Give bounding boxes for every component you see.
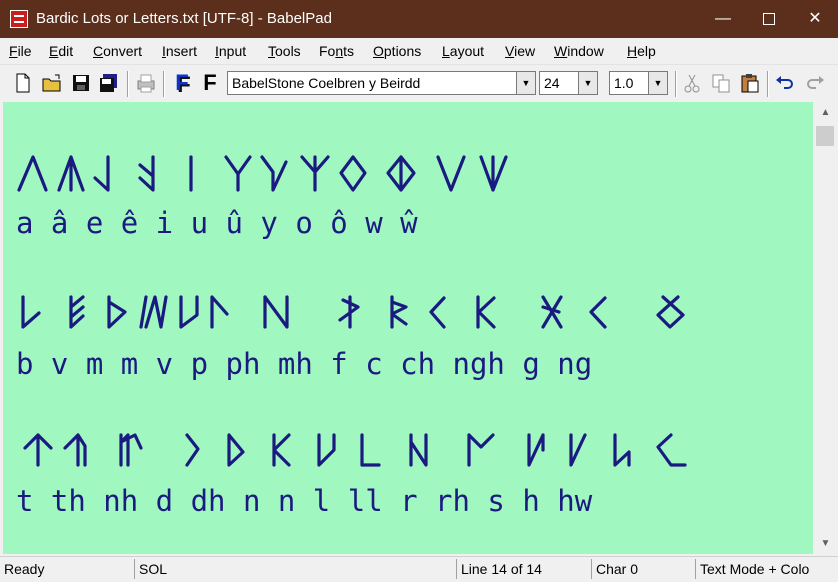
scroll-down-icon[interactable]: ▼ <box>817 535 834 552</box>
font-size-value: 24 <box>544 75 560 91</box>
line-spacing-combo[interactable]: 1.0 ▼ <box>609 71 668 95</box>
menu-tools[interactable]: Tools <box>268 43 301 59</box>
menu-input[interactable]: Input <box>215 43 246 59</box>
status-ready: Ready <box>4 561 45 577</box>
new-file-icon[interactable] <box>12 72 34 94</box>
save-all-icon[interactable] <box>98 72 120 94</box>
scroll-up-icon[interactable]: ▲ <box>817 104 834 121</box>
menu-view[interactable]: View <box>505 43 535 59</box>
status-bar: Ready SOL Line 14 of 14 Char 0 Text Mode… <box>0 556 838 582</box>
menu-file[interactable]: File <box>9 43 32 59</box>
menu-window[interactable]: Window <box>554 43 604 59</box>
toolbar-separator <box>675 71 677 97</box>
menu-insert[interactable]: Insert <box>162 43 197 59</box>
save-icon[interactable] <box>70 72 92 94</box>
chevron-down-icon[interactable]: ▼ <box>516 72 535 94</box>
rune-row-2 <box>21 295 685 329</box>
line-spacing-value: 1.0 <box>614 75 634 91</box>
rune-row-1 <box>17 155 508 192</box>
scroll-thumb[interactable] <box>816 126 834 146</box>
paste-icon[interactable] <box>739 72 761 94</box>
toolbar-separator <box>767 71 769 97</box>
undo-icon[interactable] <box>774 72 796 94</box>
vertical-scrollbar[interactable]: ▲ ▼ <box>813 102 838 554</box>
open-folder-icon[interactable] <box>41 72 63 94</box>
babelpad-app-icon[interactable] <box>10 10 28 28</box>
menu-options[interactable]: Options <box>373 43 421 59</box>
menu-bar: File Edit Convert Insert Input Tools Fon… <box>0 38 838 65</box>
maximize-button[interactable] <box>746 0 792 38</box>
font-name-value: BabelStone Coelbren y Beirdd <box>232 75 421 91</box>
menu-help[interactable]: Help <box>627 43 656 59</box>
menu-edit[interactable]: Edit <box>49 43 73 59</box>
font-black-f-icon[interactable]: F <box>199 70 221 96</box>
status-line: Line 14 of 14 <box>456 559 591 579</box>
menu-fonts[interactable]: Fonts <box>319 43 354 59</box>
redo-icon[interactable] <box>804 72 826 94</box>
status-text-mode: Text Mode + Colo <box>695 559 838 579</box>
rune-row-3 <box>23 433 687 467</box>
chevron-down-icon[interactable]: ▼ <box>648 72 667 94</box>
chevron-down-icon[interactable]: ▼ <box>578 72 597 94</box>
window-title: Bardic Lots or Letters.txt [UTF-8] - Bab… <box>36 10 332 27</box>
font-name-combo[interactable]: BabelStone Coelbren y Beirdd ▼ <box>227 71 536 95</box>
text-editor[interactable]: a â e ê i u û y o ô w ŵ b v m m v p ph m… <box>3 102 813 554</box>
copy-icon[interactable] <box>710 72 732 94</box>
close-button[interactable]: ✕ <box>792 0 838 38</box>
menu-convert[interactable]: Convert <box>93 43 142 59</box>
latin-transliteration-line: a â e ê i u û y o ô w ŵ <box>16 206 418 240</box>
toolbar-separator <box>163 71 165 97</box>
menu-layout[interactable]: Layout <box>442 43 484 59</box>
latin-transliteration-line: b v m m v p ph mh f c ch ngh g ng <box>16 347 593 381</box>
status-char: Char 0 <box>591 559 695 579</box>
latin-transliteration-line: t th nh d dh n n l ll r rh s h hw <box>16 484 593 518</box>
toolbar-separator <box>127 71 129 97</box>
font-blue-f-icon[interactable]: F <box>171 70 193 96</box>
toolbar: F F BabelStone Coelbren y Beirdd ▼ 24 ▼ … <box>0 65 838 102</box>
maximize-icon <box>763 12 775 25</box>
font-size-combo[interactable]: 24 ▼ <box>539 71 598 95</box>
print-icon[interactable] <box>135 72 157 94</box>
title-bar: Bardic Lots or Letters.txt [UTF-8] - Bab… <box>0 0 838 38</box>
minimize-button[interactable]: — <box>700 0 746 38</box>
status-sol: SOL <box>134 559 456 579</box>
cut-icon[interactable] <box>681 72 703 94</box>
